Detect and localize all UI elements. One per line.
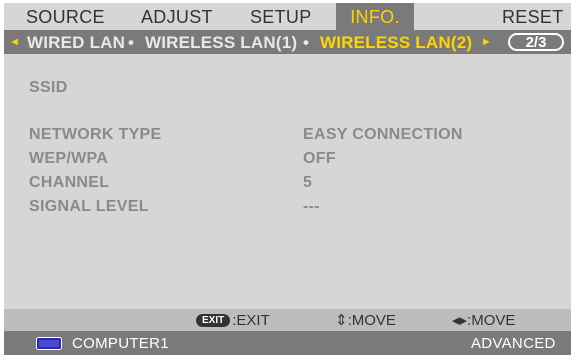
page-indicator: 2/3: [508, 33, 564, 51]
channel-value: 5: [303, 174, 313, 191]
wep-wpa-value: OFF: [303, 150, 336, 167]
tab-adjust[interactable]: ADJUST: [141, 3, 213, 30]
submenu-right-arrow-icon[interactable]: ►: [481, 30, 492, 54]
status-bar: COMPUTER1 ADVANCED: [4, 331, 571, 355]
computer-input-icon: [36, 337, 62, 350]
submenu-separator: •: [303, 33, 310, 52]
ssid-label: SSID: [29, 79, 68, 96]
input-source-label: COMPUTER1: [72, 335, 169, 352]
move-updown-hint: ⇕:MOVE: [335, 312, 396, 329]
osd-menu: SOURCE ADJUST SETUP INFO. RESET ◄ WIRED …: [4, 3, 571, 355]
tab-source[interactable]: SOURCE: [26, 3, 105, 30]
submenu-bar: ◄ WIRED LAN • WIRELESS LAN(1) • WIRELESS…: [4, 30, 571, 54]
exit-key-icon: EXIT: [196, 314, 231, 327]
signal-level-value: ---: [303, 198, 320, 215]
signal-level-label: SIGNAL LEVEL: [29, 198, 149, 215]
submenu-item-wireless-lan-1[interactable]: WIRELESS LAN(1): [145, 30, 297, 54]
tab-setup[interactable]: SETUP: [250, 3, 312, 30]
submenu-separator: •: [128, 33, 135, 52]
network-type-value: EASY CONNECTION: [303, 126, 463, 143]
move-leftright-hint: ◂▸:MOVE: [452, 312, 516, 329]
tab-reset[interactable]: RESET: [502, 3, 564, 30]
network-type-label: NETWORK TYPE: [29, 126, 162, 143]
channel-label: CHANNEL: [29, 174, 110, 191]
help-bar: EXIT:EXIT ⇕:MOVE ◂▸:MOVE: [4, 309, 571, 331]
menu-mode-label: ADVANCED: [471, 335, 556, 352]
info-panel: SSID NETWORK TYPE EASY CONNECTION WEP/WP…: [4, 54, 571, 309]
exit-hint-text: :EXIT: [232, 312, 270, 329]
wep-wpa-label: WEP/WPA: [29, 150, 109, 167]
exit-hint: EXIT:EXIT: [196, 309, 270, 331]
submenu-item-wireless-lan-2[interactable]: WIRELESS LAN(2): [320, 30, 472, 54]
submenu-left-arrow-icon[interactable]: ◄: [9, 30, 20, 54]
submenu-item-wired-lan[interactable]: WIRED LAN: [27, 30, 125, 54]
top-menu-bar: SOURCE ADJUST SETUP INFO. RESET: [4, 3, 571, 30]
tab-info[interactable]: INFO.: [336, 3, 414, 30]
